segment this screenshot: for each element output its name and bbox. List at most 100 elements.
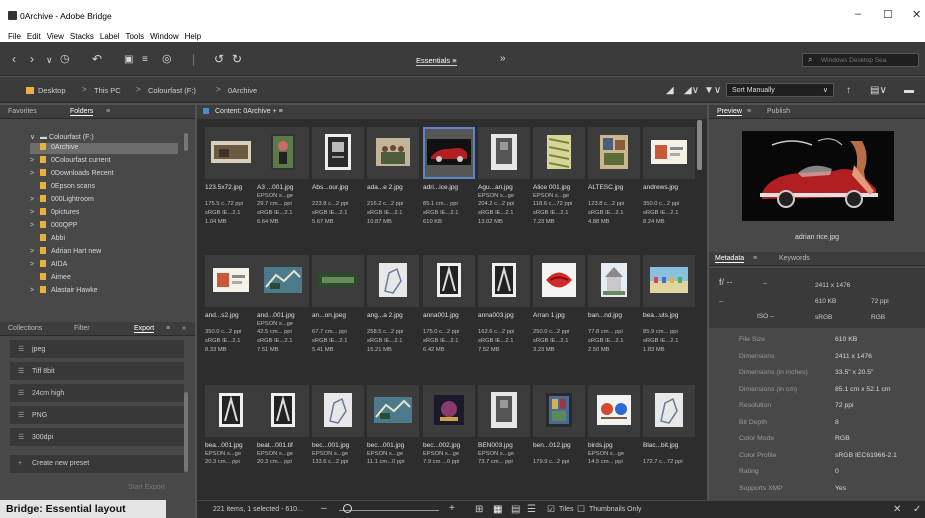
- thumbnail-view-icon[interactable]: ▦: [493, 504, 502, 515]
- menu-edit[interactable]: Edit: [27, 32, 41, 41]
- menu-file[interactable]: File: [8, 32, 21, 41]
- panel-menu-icon[interactable]: ≡: [747, 108, 751, 115]
- thumbnail-image[interactable]: [478, 255, 530, 307]
- thumbnail-item[interactable]: bea...001.jpg EPSON s...ge 20.3 cm... ppi: [205, 377, 259, 505]
- tab-content[interactable]: Content: 0Archive + ≡: [215, 108, 283, 115]
- tab-export[interactable]: Export: [134, 325, 155, 333]
- thumbnail-image[interactable]: [533, 127, 585, 179]
- filter-items-icon[interactable]: ▼∨: [704, 85, 721, 96]
- recent-dropdown-icon[interactable]: ∨: [46, 55, 53, 66]
- refine-icon[interactable]: ≡: [142, 54, 148, 65]
- thumbnail-item[interactable]: ang...a 2.jpg 258.5 c...2 ppi sRGB IE...2.…: [367, 247, 421, 375]
- export-preset-item[interactable]: ☰ Tiff 8bit: [10, 362, 184, 381]
- ascending-sort-icon[interactable]: ↑: [846, 85, 851, 96]
- return-to-app-icon[interactable]: ↶: [92, 52, 102, 66]
- thumbnail-image[interactable]: [257, 385, 309, 437]
- thumbnail-item[interactable]: and...001.jpg EPSON s...ge 42.5 cm... ppi s…: [257, 247, 311, 375]
- thumbnail-item[interactable]: Alice 001.jpg EPSON s...ge 118.6 c...72 pp…: [533, 119, 587, 247]
- menu-stacks[interactable]: Stacks: [70, 32, 94, 41]
- thumbnail-item[interactable]: ban...nd.jpg 77.8 cm... ppi sRGB IE...2.1 2…: [588, 247, 642, 375]
- tiles-checkbox[interactable]: ☑: [547, 504, 555, 515]
- thumbnail-item[interactable]: anna001.jpg 175.0 c...2 ppi sRGB IE...2.1 6…: [423, 247, 477, 375]
- tab-keywords[interactable]: Keywords: [779, 255, 810, 262]
- tab-metadata[interactable]: Metadata: [715, 255, 745, 263]
- thumbnail-image[interactable]: [205, 385, 257, 437]
- folder-tree-item[interactable]: 0Archive: [30, 143, 178, 154]
- tab-filter[interactable]: Filter: [74, 325, 90, 332]
- tab-preview[interactable]: Preview: [717, 108, 742, 116]
- close-button[interactable]: ✕: [912, 8, 921, 21]
- open-recent-icon[interactable]: ▬: [904, 85, 914, 96]
- details-view-icon[interactable]: ▤: [511, 504, 520, 515]
- thumbnail-item[interactable]: Arran 1.jpg 250.0 c...2 ppi sRGB IE...2.1 3…: [533, 247, 587, 375]
- folder-tree-item[interactable]: Abbi: [30, 234, 178, 245]
- grid-lock-icon[interactable]: ⊞: [475, 504, 483, 515]
- thumbnail-item[interactable]: Blac...bit.jpg 172.7 c...72 ppi: [643, 377, 697, 505]
- panel-expand-icon[interactable]: »: [182, 325, 186, 332]
- thumbnail-item[interactable]: anna003.jpg 162.6 c...2 ppi sRGB IE...2.1 7…: [478, 247, 532, 375]
- thumbnails-only-checkbox[interactable]: ☐: [577, 504, 585, 515]
- export-preset-item[interactable]: ☰ PNG: [10, 406, 184, 425]
- thumbnail-item[interactable]: bec...001.jpg EPSON s...ge 133.6 c...2 ppi: [312, 377, 366, 505]
- thumbnail-image[interactable]: [423, 127, 475, 179]
- thumbnail-item[interactable]: ada...e 2.jpg 216.2 c...2 ppi sRGB IE...2.…: [367, 119, 421, 247]
- export-preset-item[interactable]: ☰ 24cm high: [10, 384, 184, 403]
- thumbnail-image[interactable]: [643, 385, 695, 437]
- back-arrow-icon[interactable]: ‹: [12, 52, 16, 66]
- zoom-in-button[interactable]: +: [449, 503, 455, 514]
- folder-tree-item[interactable]: >0Downloads Recent>: [30, 169, 178, 180]
- panel-menu-icon[interactable]: ≡: [753, 255, 757, 262]
- thumbnail-item[interactable]: Abs...our.jpg 223.8 c...2 ppi sRGB IE...2.…: [312, 119, 366, 247]
- thumbnail-image[interactable]: [257, 255, 309, 307]
- thumbnail-image[interactable]: [423, 255, 475, 307]
- history-clock-icon[interactable]: ◷: [60, 52, 70, 65]
- folder-tree-item[interactable]: 0Epson scans: [30, 182, 178, 193]
- tab-folders[interactable]: Folders: [70, 108, 94, 116]
- thumbnail-image[interactable]: [588, 255, 640, 307]
- new-folder-icon[interactable]: ▤∨: [870, 85, 887, 96]
- thumbnail-item[interactable]: bea...uts.jpg 85.9 cm... ppi sRGB IE...2.1…: [643, 247, 697, 375]
- thumbnail-image[interactable]: [478, 127, 530, 179]
- thumbnail-image[interactable]: [312, 255, 364, 307]
- list-view-icon[interactable]: ☰: [527, 504, 536, 515]
- thumbnail-item[interactable]: bec...001.jpg EPSON s...ge 11.1 cm...0 ppi: [367, 377, 421, 505]
- thumbnail-image[interactable]: [312, 127, 364, 179]
- folder-tree-item[interactable]: Aimee: [30, 273, 178, 284]
- thumbnail-item[interactable]: beat...001.tif EPSON s...ge 20.3 cm... ppi: [257, 377, 311, 505]
- thumbnail-image[interactable]: [643, 255, 695, 307]
- menu-view[interactable]: View: [47, 32, 64, 41]
- menu-tools[interactable]: Tools: [125, 32, 144, 41]
- thumbnail-image[interactable]: [588, 127, 640, 179]
- thumbnail-item[interactable]: BEN003.jpg EPSON s...ge 73.7 cm... ppi: [478, 377, 532, 505]
- thumbnail-image[interactable]: [205, 255, 257, 307]
- thumbnail-image[interactable]: [367, 385, 419, 437]
- sort-select[interactable]: Sort Manually ∨: [726, 83, 834, 97]
- thumbnail-item[interactable]: 123.5x72.jpg 175.5 c..72 ppi sRGB IE...2.1…: [205, 119, 259, 247]
- open-in-camera-raw-icon[interactable]: ◎: [162, 52, 172, 65]
- thumbnail-item[interactable]: birds.jpg EPSON s...ge 14.5 cm... ppi: [588, 377, 642, 505]
- quality-options-icon[interactable]: ◢: [666, 85, 674, 96]
- thumbnail-image[interactable]: [367, 255, 419, 307]
- workspace-essentials-tab[interactable]: Essentials ≡: [416, 56, 457, 66]
- confirm-icon[interactable]: ✓: [913, 504, 921, 515]
- folder-tree-item[interactable]: >0Colourfast current>: [30, 156, 178, 167]
- tab-collections[interactable]: Collections: [8, 325, 42, 332]
- menu-help[interactable]: Help: [185, 32, 201, 41]
- breadcrumb-current-folder[interactable]: 0Archive: [228, 86, 257, 95]
- folder-tree-item[interactable]: >000QPP>: [30, 221, 178, 232]
- panel-menu-icon[interactable]: ≡: [166, 325, 170, 332]
- thumbnail-item[interactable]: Agu...an.jpg EPSON s...ge 204.2 c...2 ppi s…: [478, 119, 532, 247]
- preview-image[interactable]: [742, 131, 894, 221]
- rotate-left-icon[interactable]: ↺: [214, 52, 224, 66]
- camera-download-icon[interactable]: ▣: [124, 54, 133, 65]
- thumbnail-item[interactable]: ALTESC.jpg 123.8 c...2 ppi sRGB IE...2.1 4.…: [588, 119, 642, 247]
- folder-tree-item[interactable]: >0pictures>: [30, 208, 178, 219]
- folder-scrollbar[interactable]: [184, 133, 188, 151]
- create-preset-button[interactable]: + Create new preset: [10, 455, 184, 474]
- thumbnail-image[interactable]: [312, 385, 364, 437]
- folder-tree-item[interactable]: >AIDA>: [30, 260, 178, 271]
- workspace-more-icon[interactable]: »: [500, 53, 506, 64]
- thumbnail-image[interactable]: [533, 255, 585, 307]
- thumbnail-item[interactable]: andrews.jpg 350.0 c...2 ppi sRGB IE...2.1 8…: [643, 119, 697, 247]
- thumbnail-image[interactable]: [588, 385, 640, 437]
